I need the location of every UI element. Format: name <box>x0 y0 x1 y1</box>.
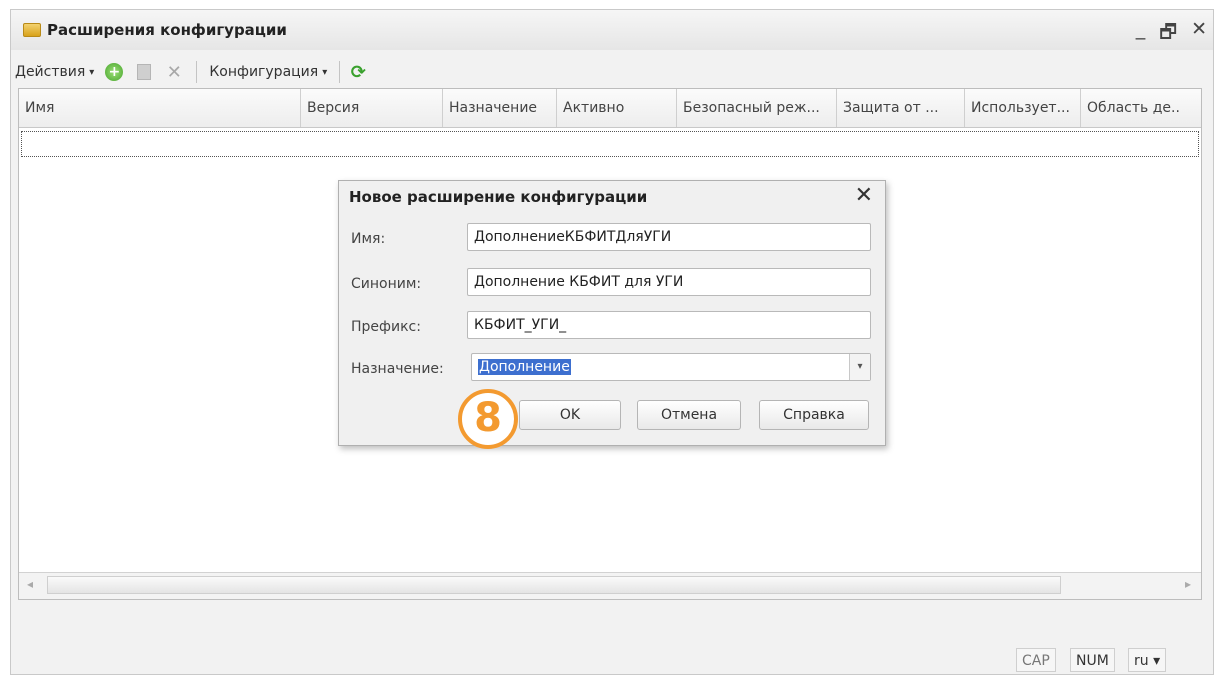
close-icon[interactable]: ✕ <box>1191 18 1207 50</box>
save-to-file-button[interactable] <box>134 62 154 82</box>
toolbar: Действия ▾ + ✕ Конфигурация ▾ ⟳ <box>11 52 1213 92</box>
scrollbar-thumb[interactable] <box>47 576 1061 594</box>
help-button[interactable]: Справка <box>759 400 869 430</box>
new-extension-dialog: Новое расширение конфигурации ✕ Имя: Доп… <box>338 180 886 446</box>
column-header-purpose[interactable]: Назначение <box>443 89 557 127</box>
prefix-field[interactable]: КБФИТ_УГИ_ <box>467 311 871 339</box>
add-button[interactable]: + <box>104 62 124 82</box>
actions-menu-button[interactable]: Действия ▾ <box>15 64 94 80</box>
prefix-label: Префикс: <box>351 319 421 335</box>
configuration-menu-button[interactable]: Конфигурация ▾ <box>209 64 327 80</box>
column-header-protection[interactable]: Защита от ... <box>837 89 965 127</box>
column-header-version[interactable]: Версия <box>301 89 443 127</box>
refresh-button[interactable]: ⟳ <box>348 61 368 83</box>
cancel-button[interactable]: Отмена <box>637 400 741 430</box>
window-title: Расширения конфигурации <box>47 21 287 39</box>
dialog-title: Новое расширение конфигурации <box>349 188 648 206</box>
column-header-uses[interactable]: Использует... <box>965 89 1081 127</box>
synonym-field[interactable]: Дополнение КБФИТ для УГИ <box>467 268 871 296</box>
column-header-active[interactable]: Активно <box>557 89 677 127</box>
refresh-icon: ⟳ <box>350 61 366 83</box>
status-bar: CAP NUM ru ▾ <box>0 636 1228 680</box>
purpose-select[interactable]: Дополнение ▾ <box>471 353 871 381</box>
minimize-icon[interactable]: _ <box>1136 18 1146 50</box>
restore-icon[interactable]: 🗗 <box>1159 18 1177 50</box>
name-label: Имя: <box>351 231 386 247</box>
extensions-folder-icon <box>23 23 41 37</box>
scroll-right-icon[interactable]: ▸ <box>1185 577 1191 591</box>
horizontal-scrollbar[interactable]: ◂ ▸ <box>19 572 1201 599</box>
save-icon <box>137 64 152 80</box>
table-header: Имя Версия Назначение Активно Безопасный… <box>19 89 1201 128</box>
window-titlebar: Расширения конфигурации _ 🗗 ✕ <box>11 10 1213 50</box>
chevron-down-icon[interactable]: ▾ <box>849 354 870 380</box>
scroll-left-icon[interactable]: ◂ <box>27 577 33 591</box>
ok-button[interactable]: OK <box>519 400 621 430</box>
toolbar-separator <box>339 61 341 83</box>
add-icon: + <box>105 63 124 81</box>
close-icon[interactable]: ✕ <box>855 183 873 208</box>
column-header-scope[interactable]: Область де... <box>1081 89 1181 127</box>
chevron-down-icon: ▾ <box>322 66 328 78</box>
delete-button[interactable]: ✕ <box>164 61 184 83</box>
name-field[interactable]: ДополнениеКБФИТДляУГИ <box>467 223 871 251</box>
chevron-down-icon: ▾ <box>89 66 95 78</box>
language-selector[interactable]: ru ▾ <box>1128 648 1167 672</box>
column-header-name[interactable]: Имя <box>19 89 301 127</box>
purpose-label: Назначение: <box>351 361 444 377</box>
purpose-selected-value: Дополнение <box>478 359 571 375</box>
column-header-safe-mode[interactable]: Безопасный реж... <box>677 89 837 127</box>
configuration-menu-label: Конфигурация <box>209 64 319 80</box>
actions-menu-label: Действия <box>15 64 86 80</box>
toolbar-separator <box>196 61 198 83</box>
table-row[interactable] <box>21 131 1199 157</box>
synonym-label: Синоним: <box>351 276 422 292</box>
caps-lock-indicator: CAP <box>1016 648 1056 672</box>
window-controls: _ 🗗 ✕ <box>1136 18 1207 50</box>
num-lock-indicator: NUM <box>1070 648 1115 672</box>
delete-icon: ✕ <box>166 61 182 83</box>
step-number-badge: 8 <box>458 389 518 449</box>
